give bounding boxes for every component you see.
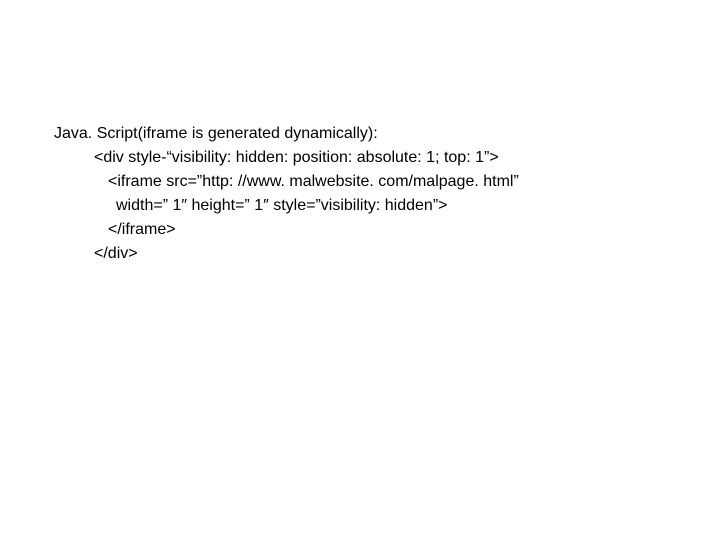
- line-4: </iframe>: [54, 218, 519, 242]
- line-5: </div>: [54, 242, 519, 266]
- line-2: <iframe src=”http: //www. malwebsite. co…: [54, 170, 519, 194]
- line-3: width=” 1″ height=” 1″ style=”visibility…: [54, 194, 519, 218]
- code-snippet-block: Java. Script(iframe is generated dynamic…: [54, 122, 519, 266]
- line-0: Java. Script(iframe is generated dynamic…: [54, 122, 519, 146]
- line-1: <div style-“visibility: hidden: position…: [54, 146, 519, 170]
